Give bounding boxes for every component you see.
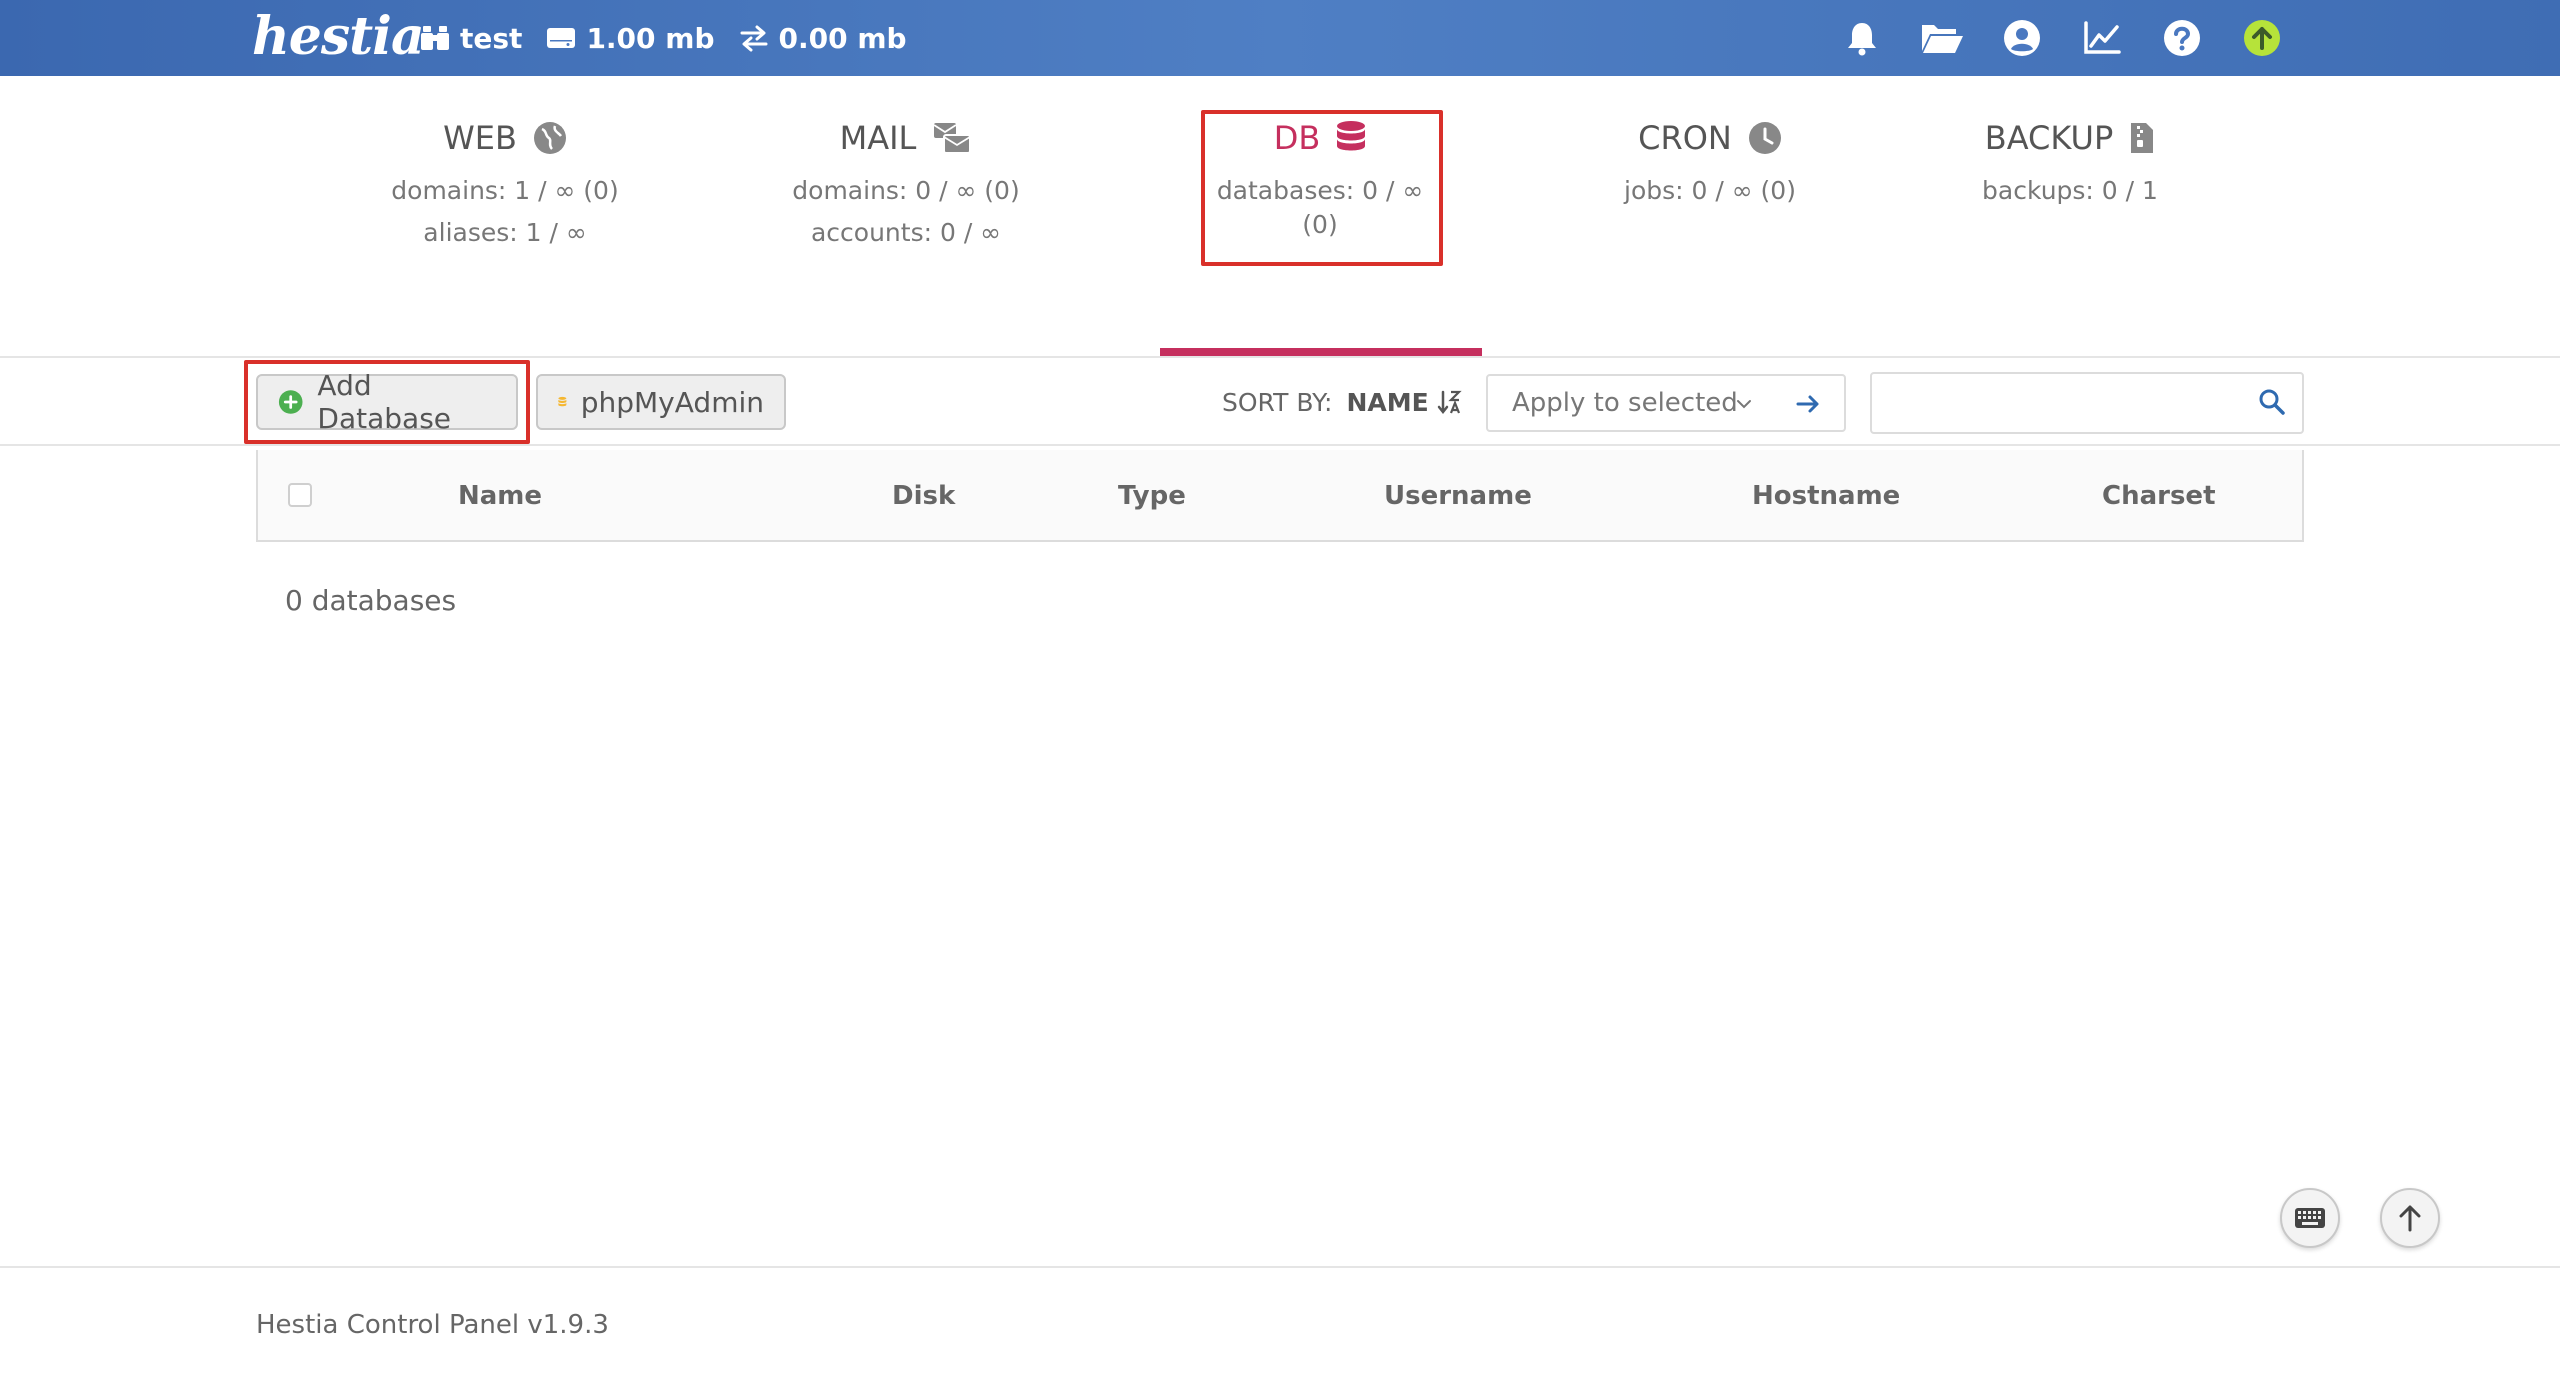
exchange-icon <box>740 25 767 52</box>
database-icon <box>558 396 567 407</box>
phpmyadmin-button[interactable]: phpMyAdmin <box>536 374 786 430</box>
arrow-up-circle-icon <box>2244 20 2280 56</box>
sort-alpha-icon <box>1437 390 1462 415</box>
user-stat[interactable]: test <box>420 22 522 55</box>
question-circle-icon <box>2164 20 2200 56</box>
help-button[interactable] <box>2158 14 2206 62</box>
arrow-up-icon <box>2399 1205 2421 1232</box>
bandwidth-usage: 0.00 mb <box>778 21 907 55</box>
column-type[interactable]: Type <box>1118 450 1186 542</box>
db-panel-highlight <box>1201 110 1443 266</box>
user-circle-icon <box>2004 20 2040 56</box>
sort-label: SORT BY: <box>1222 387 1333 417</box>
bandwidth-stat: 0.00 mb <box>739 22 907 55</box>
scroll-to-top-button[interactable] <box>2380 1188 2440 1248</box>
binoculars-icon <box>421 26 449 50</box>
panel-web-domains: domains: 1 / ∞ (0) <box>391 176 619 205</box>
table-header: Name Disk Type Username Hostname Charset <box>256 450 2304 542</box>
bulk-action-label: Apply to selected <box>1512 388 1738 418</box>
arrow-right-icon[interactable] <box>1794 390 1822 418</box>
panel-backup[interactable]: BACKUP backups: 0 / 1 <box>1960 110 2180 208</box>
active-tab-indicator <box>1160 348 1482 356</box>
column-hostname[interactable]: Hostname <box>1752 450 1900 542</box>
top-nav-icons <box>1838 14 2286 62</box>
account-stats: test 1.00 mb 0.00 mb <box>420 0 931 76</box>
username: test <box>460 21 523 55</box>
panel-mail-domains: domains: 0 / ∞ (0) <box>792 176 1020 205</box>
panel-web-aliases: aliases: 1 / ∞ <box>423 218 587 247</box>
footer: Hestia Control Panel v1.9.3 <box>0 1266 2560 1388</box>
statistics-button[interactable] <box>2078 14 2126 62</box>
panel-mail-title: MAIL <box>839 119 917 157</box>
user-profile-button[interactable] <box>1998 14 2046 62</box>
add-database-highlight <box>244 360 530 444</box>
panel-mail[interactable]: MAIL domains: 0 / ∞ (0) accounts: 0 / ∞ <box>776 110 1036 250</box>
panel-mail-accounts: accounts: 0 / ∞ <box>810 218 1002 247</box>
bell-icon <box>1848 23 1876 56</box>
keyboard-icon <box>2295 1208 2325 1228</box>
column-disk[interactable]: Disk <box>892 450 955 542</box>
top-navbar: hestia test 1.00 mb 0.00 mb <box>0 0 2560 76</box>
disk-stat: 1.00 mb <box>546 21 715 55</box>
mail-bulk-icon <box>933 123 972 154</box>
hestia-logo[interactable]: hestia <box>252 4 425 70</box>
chevron-down-icon <box>1737 400 1751 409</box>
search-input[interactable] <box>1872 374 2242 430</box>
sort-value[interactable]: NAME <box>1346 388 1462 417</box>
file-manager-button[interactable] <box>1918 14 1966 62</box>
updates-button[interactable] <box>2238 14 2286 62</box>
sort-value-text: NAME <box>1346 387 1429 417</box>
panel-cron-jobs: jobs: 0 / ∞ (0) <box>1624 176 1796 205</box>
globe-icon <box>533 122 566 154</box>
chart-line-icon <box>2084 21 2121 54</box>
bulk-action-select[interactable]: Apply to selected <box>1486 374 1846 432</box>
folder-open-icon <box>1922 25 1963 53</box>
search-icon[interactable] <box>2258 388 2286 416</box>
panel-cron[interactable]: CRON jobs: 0 / ∞ (0) <box>1610 110 1810 208</box>
phpmyadmin-label: phpMyAdmin <box>580 385 764 419</box>
notifications-button[interactable] <box>1838 14 1886 62</box>
panel-cron-title: CRON <box>1638 119 1732 157</box>
footer-version: Hestia Control Panel v1.9.3 <box>256 1310 609 1340</box>
database-count: 0 databases <box>285 584 457 617</box>
column-username[interactable]: Username <box>1384 450 1532 542</box>
panel-web[interactable]: WEB domains: 1 / ∞ (0) aliases: 1 / ∞ <box>380 110 630 250</box>
keyboard-shortcuts-button[interactable] <box>2280 1188 2340 1248</box>
panel-backup-title: BACKUP <box>1984 119 2114 157</box>
disk-usage: 1.00 mb <box>586 21 715 55</box>
column-name[interactable]: Name <box>458 450 542 542</box>
clock-icon <box>1748 122 1781 154</box>
search-box <box>1870 372 2304 434</box>
select-all-checkbox[interactable] <box>288 483 312 507</box>
sort-control[interactable]: SORT BY: NAME <box>1222 384 1463 420</box>
panel-web-title: WEB <box>443 119 517 157</box>
panel-backup-backups: backups: 0 / 1 <box>1982 176 2158 205</box>
column-charset[interactable]: Charset <box>2102 450 2216 542</box>
hard-drive-icon <box>547 28 576 48</box>
file-archive-icon <box>2131 123 2154 153</box>
